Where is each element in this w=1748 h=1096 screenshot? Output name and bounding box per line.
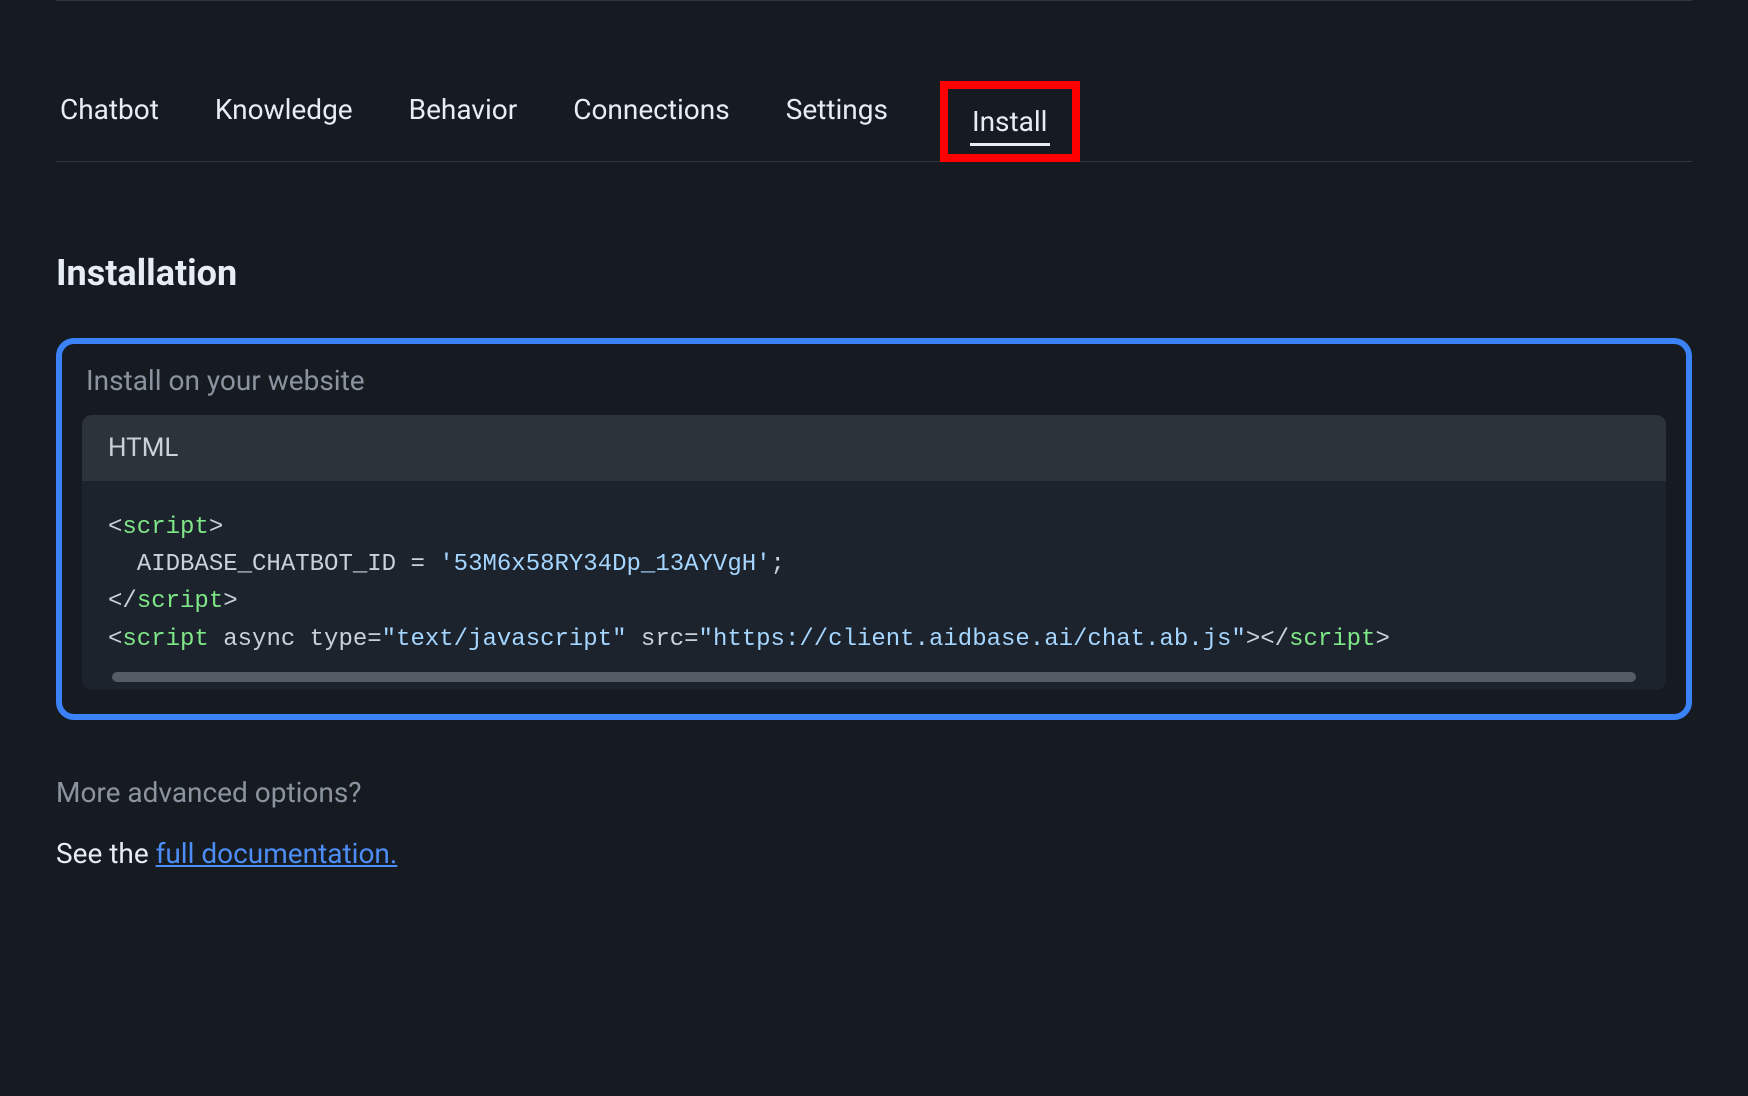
install-card: Install on your website HTML <script> AI…: [56, 338, 1692, 720]
code-block-body[interactable]: <script> AIDBASE_CHATBOT_ID = '53M6x58RY…: [82, 481, 1666, 690]
code-chatbot-id: '53M6x58RY34Dp_13AYVgH': [439, 551, 770, 578]
code-var-name: AIDBASE_CHATBOT_ID: [137, 551, 396, 578]
more-options-text: More advanced options?: [56, 776, 1692, 809]
tab-behavior[interactable]: Behavior: [405, 93, 522, 150]
page-title: Installation: [56, 252, 1692, 294]
code-tag-script2-close: script: [1289, 626, 1375, 653]
code-val-type: "text/javascript": [382, 626, 627, 653]
top-divider: [56, 0, 1692, 1]
code-val-src: "https://client.aidbase.ai/chat.ab.js": [699, 626, 1246, 653]
see-docs: See the full documentation.: [56, 837, 1692, 870]
code-block-header: HTML: [82, 415, 1666, 481]
install-card-title: Install on your website: [82, 364, 1666, 397]
tab-install[interactable]: Install: [940, 81, 1080, 162]
code-attr-async: async: [223, 626, 295, 653]
code-tag-script2-open: script: [122, 626, 208, 653]
see-docs-prefix: See the: [56, 837, 156, 870]
code-scrollbar[interactable]: [112, 672, 1636, 682]
full-documentation-link[interactable]: full documentation.: [156, 837, 398, 870]
tab-chatbot[interactable]: Chatbot: [56, 93, 163, 150]
tab-connections[interactable]: Connections: [569, 93, 733, 150]
code-attr-type: type: [310, 626, 368, 653]
code-tag-script-close: script: [137, 588, 223, 615]
code-block: HTML <script> AIDBASE_CHATBOT_ID = '53M6…: [82, 415, 1666, 690]
code-tag-script-open: script: [122, 514, 208, 541]
tab-knowledge[interactable]: Knowledge: [211, 93, 357, 150]
tab-settings[interactable]: Settings: [782, 93, 892, 150]
code-attr-src: src: [641, 626, 684, 653]
tab-bar: Chatbot Knowledge Behavior Connections S…: [56, 81, 1692, 162]
